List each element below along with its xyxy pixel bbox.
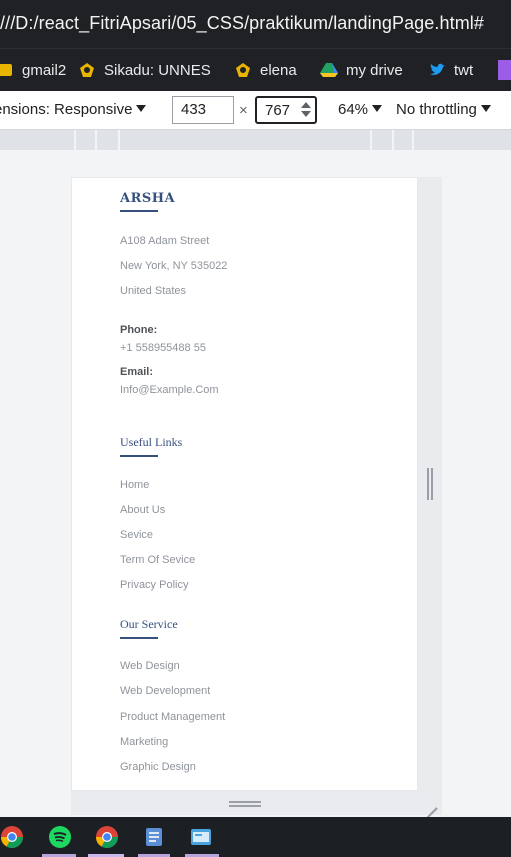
bookmarks-bar: gmail2 Sikadu: UNNES elena my drive twt	[0, 48, 511, 91]
zoom-dropdown[interactable]: 64%	[338, 101, 383, 118]
height-value: 767	[265, 102, 291, 119]
taskbar	[0, 817, 511, 857]
chevron-down-icon	[136, 105, 147, 112]
bookmark-icon	[0, 61, 14, 79]
brand-underline	[120, 210, 158, 212]
viewport: ARSHA A108 Adam Street New York, NY 5350…	[0, 150, 511, 817]
service-graphic-design[interactable]: Graphic Design	[120, 761, 196, 773]
address-line: United States	[120, 285, 187, 297]
device-frame: ARSHA A108 Adam Street New York, NY 5350…	[71, 177, 418, 791]
link-term-of-sevice[interactable]: Term Of Sevice	[120, 554, 195, 566]
address-line: New York, NY 535022	[120, 260, 228, 272]
useful-links-title: Useful Links	[120, 435, 183, 449]
service-web-design[interactable]: Web Design	[120, 660, 180, 672]
useful-links-underline	[120, 455, 158, 457]
our-service-title: Our Service	[120, 617, 178, 631]
chevron-down-icon	[372, 105, 383, 112]
horizontal-resize-handle-icon[interactable]	[229, 801, 261, 807]
our-service-underline	[120, 637, 158, 639]
phone-value: +1 558955488 55	[120, 342, 206, 354]
link-home[interactable]: Home	[120, 479, 149, 491]
url-text[interactable]: ///D:/react_FitriApsari/05_CSS/praktikum…	[0, 13, 484, 34]
twitter-icon	[428, 61, 446, 79]
chrome-icon[interactable]	[95, 825, 119, 849]
dimensions-dropdown[interactable]: ensions: Responsive	[0, 101, 147, 118]
phone-label: Phone:	[120, 324, 158, 336]
vertical-resize-handle-icon[interactable]	[427, 468, 433, 500]
media-query-ruler[interactable]	[0, 130, 511, 150]
throttling-value: No throttling	[396, 101, 477, 118]
explorer-icon[interactable]	[189, 825, 213, 849]
corner-resize-handle-icon[interactable]	[423, 795, 437, 809]
bookmark-label: elena	[260, 61, 297, 79]
zoom-value: 64%	[338, 101, 369, 118]
link-privacy-policy[interactable]: Privacy Policy	[120, 579, 188, 591]
address-bar[interactable]: ///D:/react_FitriApsari/05_CSS/praktikum…	[0, 0, 511, 48]
spinner-icon[interactable]	[301, 102, 311, 118]
bookmark-label: Sikadu: UNNES	[104, 61, 211, 79]
device-toolbar: ensions: Responsive 433 × 767 64% No thr…	[0, 91, 511, 130]
link-sevice[interactable]: Sevice	[120, 529, 153, 541]
bookmark-gmail2[interactable]: gmail2	[0, 61, 66, 79]
height-input[interactable]: 767	[255, 96, 317, 124]
bookmark-twt[interactable]: twt	[428, 61, 473, 79]
chevron-down-icon	[480, 105, 491, 112]
email-label: Email:	[120, 366, 154, 378]
service-product-management[interactable]: Product Management	[120, 711, 225, 723]
service-web-development[interactable]: Web Development	[120, 685, 210, 697]
bookmark-label: my drive	[346, 61, 403, 79]
link-about-us[interactable]: About Us	[120, 504, 165, 516]
address-line: A108 Adam Street	[120, 235, 210, 247]
unnes-icon	[78, 61, 96, 79]
width-value: 433	[181, 101, 207, 118]
brand-title: ARSHA	[120, 191, 176, 206]
spotify-icon[interactable]	[48, 825, 72, 849]
times-sign: ×	[239, 102, 248, 119]
throttling-dropdown[interactable]: No throttling	[396, 101, 491, 118]
bookmark-sikadu[interactable]: Sikadu: UNNES	[78, 61, 211, 79]
bookmark-label: gmail2	[22, 61, 67, 79]
bookmark-overflow-icon[interactable]	[498, 60, 511, 80]
bookmark-elena[interactable]: elena	[234, 61, 297, 79]
drive-icon	[320, 61, 338, 79]
notes-icon[interactable]	[142, 825, 166, 849]
service-marketing[interactable]: Marketing	[120, 736, 168, 748]
unnes-icon	[234, 61, 252, 79]
bookmark-my-drive[interactable]: my drive	[320, 61, 403, 79]
width-input[interactable]: 433	[172, 96, 234, 124]
chrome-icon[interactable]	[0, 825, 24, 849]
email-value: Info@Example.Com	[120, 384, 219, 396]
dimensions-label: ensions: Responsive	[0, 101, 133, 118]
bookmark-label: twt	[454, 61, 474, 79]
